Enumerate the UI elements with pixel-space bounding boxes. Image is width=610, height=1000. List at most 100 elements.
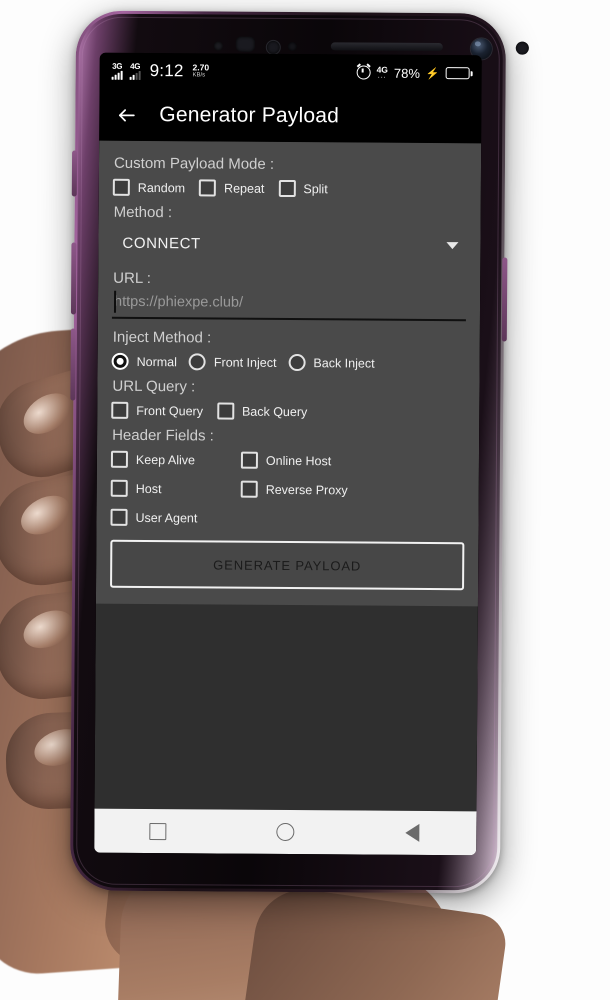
chevron-down-icon[interactable] xyxy=(446,242,459,250)
data-speed-indicator: 2.70 KB/s xyxy=(192,62,210,79)
home-button[interactable] xyxy=(262,810,308,854)
fingernail xyxy=(17,603,80,656)
radio-button-icon[interactable] xyxy=(288,354,306,372)
alarm-clock-icon xyxy=(356,65,371,80)
volume-down-button[interactable] xyxy=(70,328,76,401)
checkbox-label: Split xyxy=(303,181,328,196)
checkbox-label: Repeat xyxy=(224,181,265,196)
data-speed-unit: KB/s xyxy=(192,72,206,79)
radio-label: Normal xyxy=(136,354,177,369)
radio-front-inject[interactable]: Front Inject xyxy=(188,353,277,371)
battery-percent: 78% xyxy=(393,65,420,81)
page-title: Generator Payload xyxy=(159,103,340,128)
signal-bars-icon xyxy=(111,70,123,80)
status-bar-left: 3G 4G 9:12 2.70 KB/s xyxy=(111,61,210,82)
vibrate-mode-icon: 4G ... xyxy=(377,64,388,80)
volume-up-button[interactable] xyxy=(70,242,77,315)
vibrate-dots: ... xyxy=(377,72,387,80)
checkbox-online-host[interactable]: Online Host xyxy=(240,451,332,470)
wrist xyxy=(240,883,510,1000)
radio-button-icon[interactable] xyxy=(111,352,129,370)
checkbox-user-agent[interactable]: User Agent xyxy=(110,508,198,527)
android-nav-bar xyxy=(94,808,477,856)
charging-bolt-icon: ⚡ xyxy=(425,67,440,80)
checkbox-label: Online Host xyxy=(265,453,332,468)
checkbox-box-icon[interactable] xyxy=(112,178,130,196)
signal-4g: 4G xyxy=(129,61,141,80)
radio-button-icon[interactable] xyxy=(188,353,206,371)
inject-method-options: Normal Front Inject Back Inject xyxy=(111,352,466,372)
method-label: Method : xyxy=(113,203,173,222)
phone-device: 3G 4G 9:12 2.70 KB/s 4G ... 78% ⚡ Genera… xyxy=(69,10,529,894)
text-cursor xyxy=(113,290,117,313)
aux-sensor-icon xyxy=(515,41,529,55)
network-type-label-2: 4G xyxy=(130,61,141,71)
side-button-bixby[interactable] xyxy=(71,150,78,197)
recents-button[interactable] xyxy=(135,809,181,853)
url-query-label: URL Query : xyxy=(112,377,196,396)
checkbox-label: Host xyxy=(135,481,162,496)
fingernail xyxy=(14,487,77,543)
radio-label: Front Inject xyxy=(213,354,277,370)
fingernail xyxy=(16,384,79,443)
checkbox-box-icon[interactable] xyxy=(240,451,259,469)
checkbox-reverse-proxy[interactable]: Reverse Proxy xyxy=(240,480,348,499)
url-input[interactable]: https://phiexpe.club/ xyxy=(111,288,467,322)
circle-home-icon xyxy=(276,822,295,842)
radio-back-inject[interactable]: Back Inject xyxy=(288,354,375,372)
checkbox-box-icon[interactable] xyxy=(216,402,235,420)
signal-bars-icon-2 xyxy=(129,70,141,80)
checkbox-box-icon[interactable] xyxy=(240,480,258,498)
phone-screen: 3G 4G 9:12 2.70 KB/s 4G ... 78% ⚡ Genera… xyxy=(94,52,482,856)
generate-payload-button[interactable]: GENERATE PAYLOAD xyxy=(110,539,465,591)
iris-scanner-icon xyxy=(235,36,255,52)
custom-payload-mode-options: Random Repeat Split xyxy=(112,178,467,198)
url-placeholder: https://phiexpe.club/ xyxy=(113,293,244,311)
checkbox-random[interactable]: Random xyxy=(112,178,186,197)
status-bar: 3G 4G 9:12 2.70 KB/s 4G ... 78% ⚡ xyxy=(99,52,482,92)
checkbox-keep-alive[interactable]: Keep Alive xyxy=(110,450,241,469)
header-fields-row-3: User Agent xyxy=(110,508,464,528)
header-fields-label: Header Fields : xyxy=(112,426,214,445)
app-bar: Generator Payload xyxy=(99,88,482,144)
checkbox-box-icon[interactable] xyxy=(278,179,296,198)
proximity-sensor-icon xyxy=(213,41,223,51)
checkbox-box-icon[interactable] xyxy=(110,508,128,526)
signal-3g: 3G xyxy=(111,61,123,80)
led-indicator-icon xyxy=(287,41,297,52)
status-bar-right: 4G ... 78% ⚡ xyxy=(356,64,470,81)
power-button[interactable] xyxy=(501,257,508,342)
custom-payload-mode-label: Custom Payload Mode : xyxy=(113,154,275,173)
header-fields-row-1: Keep Alive Online Host xyxy=(110,450,465,470)
content-area: Custom Payload Mode : Random Repeat Spli… xyxy=(94,140,482,812)
form-card: Custom Payload Mode : Random Repeat Spli… xyxy=(95,140,482,607)
checkbox-back-query[interactable]: Back Query xyxy=(216,402,307,421)
checkbox-box-icon[interactable] xyxy=(199,179,217,197)
url-label: URL : xyxy=(113,269,152,288)
checkbox-box-icon[interactable] xyxy=(110,479,128,497)
radio-label: Back Inject xyxy=(313,355,375,371)
method-dropdown[interactable]: CONNECT xyxy=(112,225,466,264)
light-sensor-icon xyxy=(265,39,281,55)
square-recents-icon xyxy=(149,822,167,840)
checkbox-label: Keep Alive xyxy=(135,452,196,467)
checkbox-host[interactable]: Host xyxy=(110,479,241,498)
radio-normal[interactable]: Normal xyxy=(111,352,177,370)
checkbox-label: User Agent xyxy=(135,510,198,525)
checkbox-box-icon[interactable] xyxy=(111,401,129,419)
triangle-back-icon xyxy=(405,823,420,842)
back-button[interactable] xyxy=(390,811,436,855)
checkbox-box-icon[interactable] xyxy=(110,450,129,468)
battery-icon xyxy=(445,67,470,80)
checkbox-label: Random xyxy=(137,180,186,195)
checkbox-label: Front Query xyxy=(136,403,204,418)
inject-method-label: Inject Method : xyxy=(112,328,212,347)
method-selected-value: CONNECT xyxy=(122,234,201,253)
checkbox-repeat[interactable]: Repeat xyxy=(199,179,265,197)
scene: 3G 4G 9:12 2.70 KB/s 4G ... 78% ⚡ Genera… xyxy=(0,0,610,1000)
generate-payload-label: GENERATE PAYLOAD xyxy=(213,556,362,574)
checkbox-split[interactable]: Split xyxy=(278,179,328,198)
back-arrow-icon[interactable] xyxy=(109,98,143,132)
data-speed-value: 2.70 xyxy=(192,62,210,73)
checkbox-front-query[interactable]: Front Query xyxy=(111,401,204,420)
